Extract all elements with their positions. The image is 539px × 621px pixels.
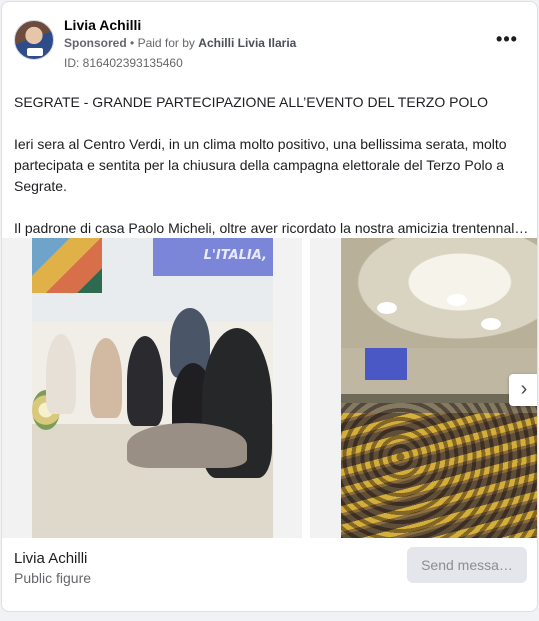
chevron-right-icon[interactable]: ›: [509, 374, 537, 406]
person-figure: [90, 338, 122, 418]
page-name[interactable]: Livia Achilli: [64, 17, 141, 33]
audience-crowd: [341, 403, 537, 538]
footer-page-category: Public figure: [14, 570, 92, 586]
event-banner: L'ITALIA,: [153, 238, 273, 276]
person-figure: [46, 334, 76, 414]
page-avatar[interactable]: [14, 20, 54, 60]
post-paragraph: Ieri sera al Centro Verdi, in un clima m…: [14, 136, 507, 194]
sponsored-label: Sponsored: [64, 36, 127, 50]
ad-id: ID: 816402393135460: [64, 56, 183, 70]
sponsored-meta: Sponsored • Paid for by Achilli Livia Il…: [64, 36, 296, 50]
auditorium-ceiling: [341, 238, 537, 348]
person-figure: [127, 336, 163, 426]
wall-mural: [32, 238, 102, 293]
ceiling-light: [377, 302, 397, 314]
ad-card: Livia Achilli Sponsored • Paid for by Ac…: [1, 1, 538, 612]
ceiling-light: [481, 318, 501, 330]
event-banner-text: L'ITALIA,: [203, 248, 267, 263]
ad-header: Livia Achilli Sponsored • Paid for by Ac…: [14, 14, 525, 74]
person-figure: [127, 423, 247, 468]
event-panel-photo[interactable]: L'ITALIA,: [32, 238, 273, 538]
paid-for-prefix: Paid for by: [137, 36, 195, 50]
meta-separator: •: [130, 36, 135, 50]
send-message-button[interactable]: Send messa…: [407, 547, 527, 583]
more-horizontal-icon[interactable]: •••: [493, 30, 521, 52]
ceiling-light: [447, 294, 467, 306]
post-headline: SEGRATE - GRANDE PARTECIPAZIONE ALL’EVEN…: [14, 94, 489, 110]
image-carousel: L'ITALIA, ›: [2, 238, 537, 538]
post-paragraph-truncated[interactable]: Il padrone di casa Paolo Micheli, oltre …: [14, 218, 529, 239]
footer-page-name[interactable]: Livia Achilli: [14, 550, 87, 567]
avatar-badge: [27, 48, 43, 56]
paid-for-name: Achilli Livia Ilaria: [198, 36, 297, 50]
projection-screen: [365, 348, 407, 380]
post-text: SEGRATE - GRANDE PARTECIPAZIONE ALL’EVEN…: [14, 92, 529, 239]
